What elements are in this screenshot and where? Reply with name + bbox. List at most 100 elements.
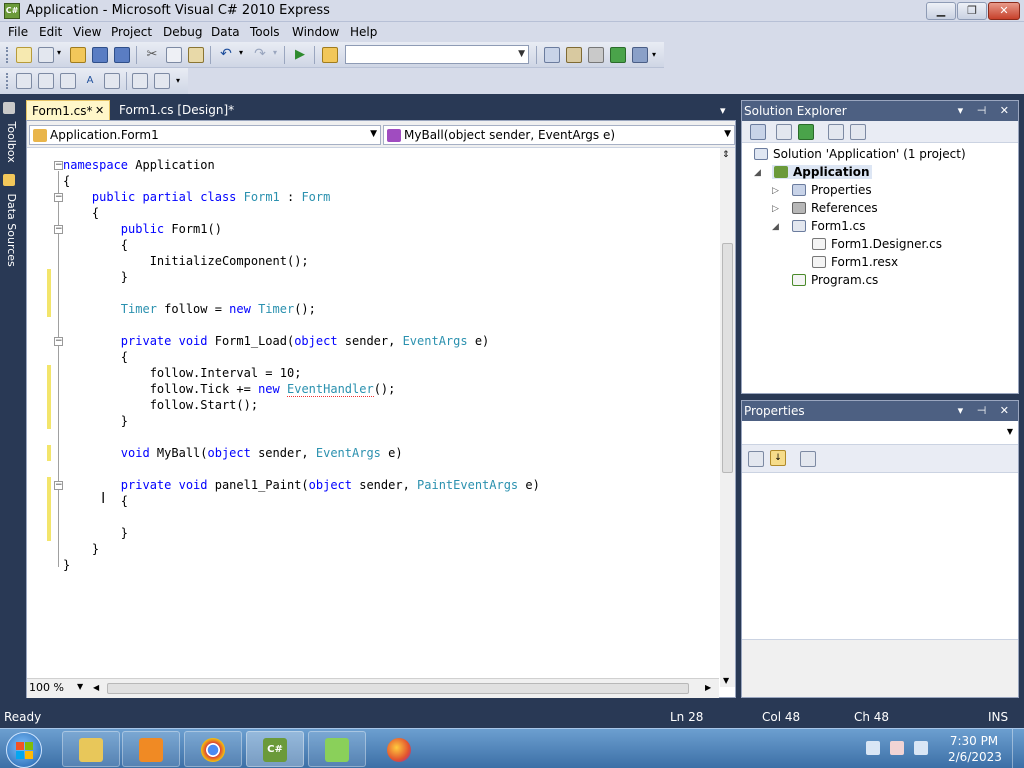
- add-item-dropdown-icon[interactable]: ▾: [57, 48, 61, 57]
- network-icon[interactable]: [866, 741, 880, 755]
- object-members-icon[interactable]: [16, 73, 32, 89]
- save-all-icon[interactable]: [114, 47, 130, 63]
- taskbar-notepad[interactable]: [308, 731, 366, 767]
- vertical-scroll-thumb[interactable]: [722, 243, 733, 473]
- start-button[interactable]: [6, 732, 42, 768]
- chevron-down-icon[interactable]: ▼: [518, 49, 525, 59]
- chevron-down-icon[interactable]: ▼: [370, 129, 377, 139]
- tree-item-program-cs[interactable]: Program.cs: [792, 273, 878, 287]
- view-code-icon[interactable]: [828, 124, 844, 140]
- code-line[interactable]: private void panel1_Paint(object sender,…: [63, 477, 540, 493]
- action-center-icon[interactable]: [890, 741, 904, 755]
- toolbar-grip[interactable]: [6, 73, 9, 89]
- tree-item-form1-designer[interactable]: Form1.Designer.cs: [812, 237, 942, 251]
- toolbar-options-icon[interactable]: ▾: [652, 50, 656, 59]
- scroll-left-icon[interactable]: ◀: [93, 683, 99, 692]
- code-line[interactable]: Timer follow = new Timer();: [63, 301, 316, 317]
- property-pages-icon[interactable]: [800, 451, 816, 467]
- parameter-info-icon[interactable]: [38, 73, 54, 89]
- add-item-icon[interactable]: [38, 47, 54, 63]
- show-desktop-button[interactable]: [1012, 729, 1024, 768]
- zoom-combo[interactable]: 100 % ▼: [29, 681, 87, 696]
- menu-tools[interactable]: Tools: [250, 25, 280, 39]
- panel-controls[interactable]: ▾ ⊣ ✕: [958, 104, 1014, 117]
- menu-debug[interactable]: Debug: [163, 25, 202, 39]
- tab-form1-design[interactable]: Form1.cs [Design]*: [114, 100, 239, 120]
- uncomment-icon[interactable]: [154, 73, 170, 89]
- collapsed-arrow-icon[interactable]: ▷: [772, 204, 779, 214]
- code-line[interactable]: {: [63, 173, 70, 189]
- comment-out-icon[interactable]: [132, 73, 148, 89]
- type-combo[interactable]: Application.Form1 ▼: [29, 125, 381, 145]
- horizontal-scroll-thumb[interactable]: [107, 683, 689, 694]
- paste-icon[interactable]: [188, 47, 204, 63]
- menu-help[interactable]: Help: [350, 25, 377, 39]
- toolbar-options-icon[interactable]: ▾: [176, 76, 180, 85]
- collapse-class-icon[interactable]: −: [54, 193, 63, 202]
- show-all-files-icon[interactable]: [776, 124, 792, 140]
- chevron-down-icon[interactable]: ▼: [724, 129, 731, 139]
- menu-project[interactable]: Project: [111, 25, 152, 39]
- tab-dropdown-icon[interactable]: ▾: [720, 104, 726, 117]
- code-line[interactable]: follow.Start();: [63, 397, 258, 413]
- find-combo[interactable]: ▼: [345, 45, 529, 64]
- start-debugging-icon[interactable]: ▶: [292, 47, 308, 63]
- extension-manager-icon[interactable]: [632, 47, 648, 63]
- panel-controls[interactable]: ▾ ⊣ ✕: [958, 404, 1014, 417]
- tree-item-references[interactable]: References: [792, 201, 878, 215]
- new-project-icon[interactable]: [16, 47, 32, 63]
- scroll-down-icon[interactable]: ▼: [723, 676, 729, 685]
- save-icon[interactable]: [92, 47, 108, 63]
- collapse-form1-load-icon[interactable]: −: [54, 337, 63, 346]
- menu-edit[interactable]: Edit: [39, 25, 62, 39]
- volume-icon[interactable]: [914, 741, 928, 755]
- categorized-icon[interactable]: [748, 451, 764, 467]
- alphabetical-icon[interactable]: ↓: [770, 450, 786, 466]
- taskbar-firefox[interactable]: [370, 731, 428, 767]
- horizontal-scrollbar[interactable]: 100 % ▼ ◀ ▶: [27, 678, 719, 698]
- tree-item-properties[interactable]: Properties: [792, 183, 872, 197]
- expanded-arrow-icon[interactable]: ◢: [772, 222, 779, 232]
- code-line[interactable]: {: [63, 349, 128, 365]
- collapse-constructor-icon[interactable]: −: [54, 225, 63, 234]
- clock[interactable]: 7:30 PM 2/6/2023: [948, 733, 1002, 765]
- redo-icon[interactable]: ↷: [252, 47, 268, 63]
- code-line[interactable]: }: [63, 269, 128, 285]
- tree-item-form1-cs[interactable]: Form1.cs: [792, 219, 866, 233]
- member-combo[interactable]: MyBall(object sender, EventArgs e) ▼: [383, 125, 735, 145]
- minimize-button[interactable]: ▁: [926, 2, 956, 20]
- code-line[interactable]: }: [63, 557, 70, 573]
- code-line[interactable]: {: [63, 205, 99, 221]
- code-line[interactable]: follow.Interval = 10;: [63, 365, 302, 381]
- collapsed-arrow-icon[interactable]: ▷: [772, 186, 779, 196]
- code-line[interactable]: public Form1(): [63, 221, 222, 237]
- toolbar-grip[interactable]: [6, 47, 9, 63]
- taskbar-explorer[interactable]: [62, 731, 120, 767]
- code-line[interactable]: void MyBall(object sender, EventArgs e): [63, 445, 403, 461]
- data-sources-tab[interactable]: Data Sources: [2, 174, 20, 270]
- tab-form1-cs[interactable]: Form1.cs* ✕: [26, 100, 110, 120]
- code-line[interactable]: }: [63, 413, 128, 429]
- code-line[interactable]: }: [63, 525, 128, 541]
- find-in-files-icon[interactable]: [322, 47, 338, 63]
- chevron-down-icon[interactable]: ▼: [77, 682, 83, 691]
- scroll-right-icon[interactable]: ▶: [705, 683, 711, 692]
- redo-dropdown-icon[interactable]: ▾: [273, 48, 277, 57]
- expanded-arrow-icon[interactable]: ◢: [754, 168, 761, 178]
- taskbar-visual-csharp[interactable]: C#: [246, 731, 304, 767]
- open-file-icon[interactable]: [70, 47, 86, 63]
- taskbar-chrome[interactable]: [184, 731, 242, 767]
- code-line[interactable]: {: [63, 237, 128, 253]
- cut-icon[interactable]: ✂: [144, 47, 160, 63]
- refresh-icon[interactable]: [798, 124, 814, 140]
- menu-data[interactable]: Data: [211, 25, 240, 39]
- collapse-namespace-icon[interactable]: −: [54, 161, 63, 170]
- menu-window[interactable]: Window: [292, 25, 339, 39]
- start-page-icon[interactable]: [610, 47, 626, 63]
- undo-dropdown-icon[interactable]: ▾: [239, 48, 243, 57]
- split-handle-icon[interactable]: ⇕: [722, 150, 730, 160]
- code-line[interactable]: public partial class Form1 : Form: [63, 189, 330, 205]
- quick-info-icon[interactable]: [60, 73, 76, 89]
- view-designer-icon[interactable]: [850, 124, 866, 140]
- code-line[interactable]: private void Form1_Load(object sender, E…: [63, 333, 490, 349]
